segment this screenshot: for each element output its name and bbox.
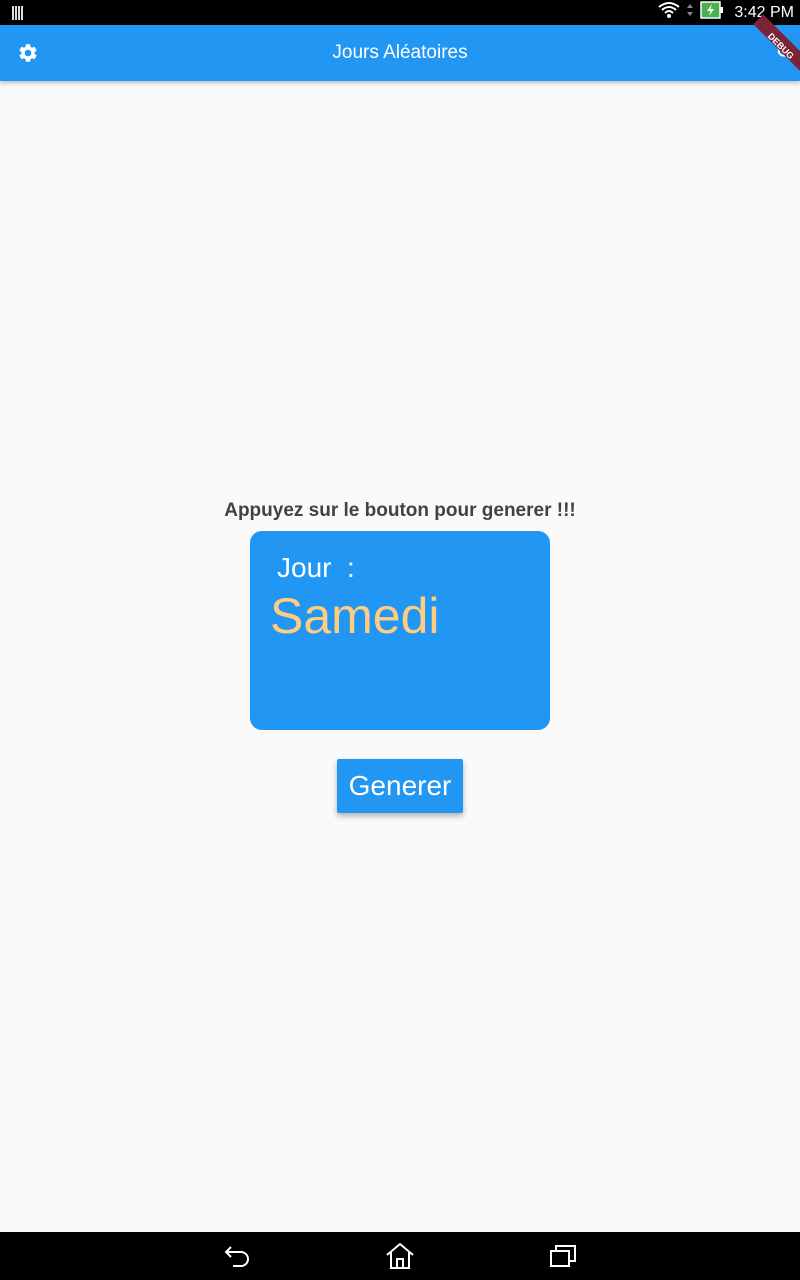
wifi-icon (658, 1, 681, 24)
day-card: Jour : Samedi (250, 531, 550, 730)
day-value: Samedi (270, 588, 440, 644)
instruction-text: Appuyez sur le bouton pour generer !!! (224, 500, 576, 521)
back-icon (224, 1246, 249, 1267)
status-bar: 3:42 PM (0, 0, 800, 25)
app-title: Jours Aléatoires (332, 42, 468, 63)
status-icons: 3:42 PM (658, 0, 794, 25)
navigation-bar (0, 1232, 800, 1280)
home-icon (386, 1242, 414, 1269)
recent-apps-button[interactable] (545, 1240, 581, 1272)
home-button[interactable] (382, 1240, 418, 1272)
sim-card-icon (12, 6, 24, 20)
back-button[interactable] (220, 1240, 256, 1272)
app-bar: Jours Aléatoires DEBUG (0, 14, 800, 81)
battery-charging-icon (700, 1, 724, 24)
recent-apps-icon (550, 1245, 576, 1267)
generate-button[interactable]: Generer (337, 759, 463, 813)
day-label: Jour : (277, 552, 355, 583)
signal-arrows-icon (686, 3, 694, 22)
